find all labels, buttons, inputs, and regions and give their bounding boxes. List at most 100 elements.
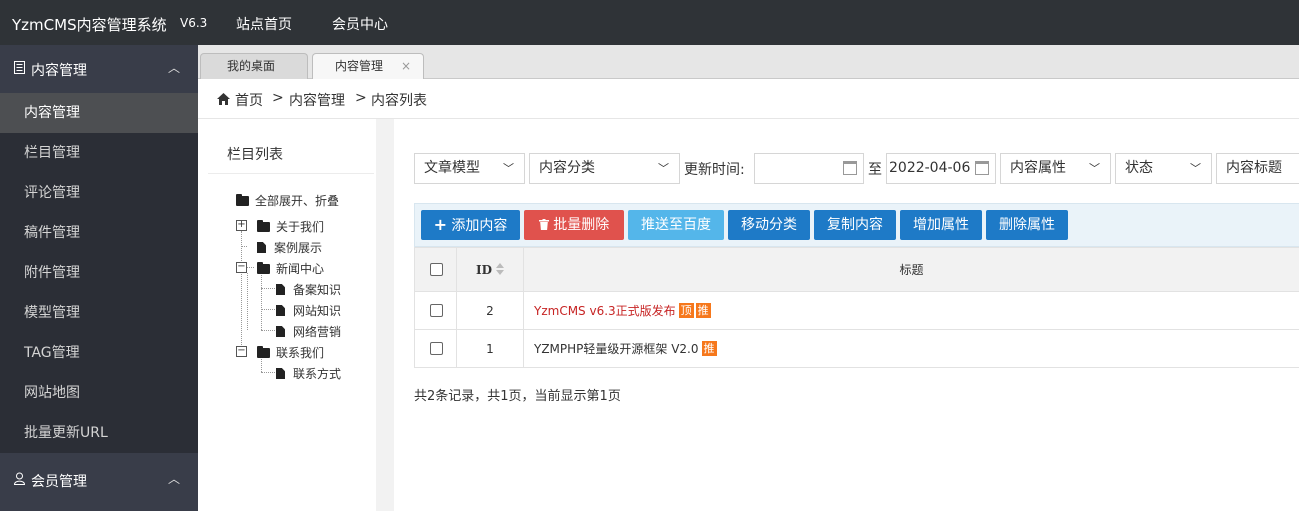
tree-node-label: 新闻中心 [276,262,325,276]
main-content: 文章模型 ﹀ 内容分类 ﹀ 更新时间: 至 2022-04-06 内容属性 ﹀ 状态 ﹀… [394,119,1299,511]
tree-node-contact-method[interactable]: 联系方式 [276,365,341,382]
row-checkbox[interactable] [430,342,443,355]
recommend-badge: 推 [695,303,711,318]
sidebar-group-member[interactable]: 会员管理 ︿ [0,456,198,504]
column-label: 标题 [899,263,924,277]
nav-member-center[interactable]: 会员中心 [332,14,388,34]
calendar-icon[interactable] [843,161,857,175]
sidebar-group-label: 内容管理 [31,63,87,79]
column-label: ID [475,263,493,277]
tree-node-news[interactable]: 新闻中心 [257,260,324,277]
breadcrumb-home[interactable]: 首页 [235,90,263,110]
nav-site-home[interactable]: 站点首页 [236,14,292,34]
select-value: 文章模型 [424,160,480,176]
table-row: 2 YzmCMS v6.3正式版发布顶推 [415,292,1299,330]
expand-toggle[interactable]: + [236,220,247,231]
move-category-button[interactable]: 移动分类 [728,210,810,240]
sort-icon[interactable] [496,263,505,275]
tree-root[interactable]: 全部展开、折叠 [236,192,339,209]
collapse-toggle[interactable]: − [236,346,247,357]
breadcrumb-separator: > [355,90,367,106]
sidebar-group-content[interactable]: 内容管理 ︿ [0,45,198,93]
folder-icon [257,220,270,232]
chevron-up-icon: ︿ [168,61,181,75]
sidebar-item-sitemap[interactable]: 网站地图 [0,373,198,413]
sidebar-item-category-manage[interactable]: 栏目管理 [0,133,198,173]
add-attribute-button[interactable]: 增加属性 [900,210,982,240]
content-table: ID 标题 2 YzmCMS v6.3正式版发布顶推 1 YZMPHP轻量级开源… [414,247,1299,368]
id-cell: 2 [457,292,524,329]
file-icon [276,284,285,295]
sidebar-item-comment-manage[interactable]: 评论管理 [0,173,198,213]
date-to-input[interactable]: 2022-04-06 [886,153,996,184]
tree-connector [241,246,247,247]
add-content-button[interactable]: + 添加内容 [421,210,520,240]
folder-open-icon [257,262,270,274]
file-icon [276,368,285,379]
sidebar-item-tag-manage[interactable]: TAG管理 [0,333,198,373]
tab-label: 内容管理 [335,59,384,73]
breadcrumb-content-manage[interactable]: 内容管理 [289,90,345,110]
row-checkbox[interactable] [430,304,443,317]
status-select[interactable]: 状态 ﹀ [1115,153,1212,184]
push-baidu-button[interactable]: 推送至百度 [628,210,724,240]
collapse-toggle[interactable]: − [236,262,247,273]
date-from-input[interactable] [754,153,864,184]
tree-connector [261,309,275,310]
file-icon [257,242,266,253]
tree-node-web-knowledge[interactable]: 网站知识 [276,302,341,319]
tab-my-desktop[interactable]: 我的桌面 [200,53,308,79]
sidebar-item-batch-update-url[interactable]: 批量更新URL [0,413,198,453]
tab-content-manage[interactable]: 内容管理 × [312,53,424,79]
content-title-link[interactable]: YZMPHP轻量级开源框架 V2.0 [534,342,699,356]
tree-node-about[interactable]: 关于我们 [257,218,324,235]
attribute-select[interactable]: 内容属性 ﹀ [1000,153,1111,184]
tree-node-label: 联系我们 [276,346,325,360]
sidebar-item-model-manage[interactable]: 模型管理 [0,293,198,333]
recommend-badge: 推 [701,341,717,356]
tree-node-label: 关于我们 [276,220,325,234]
update-time-label: 更新时间: [684,162,745,178]
breadcrumb: 首页 > 内容管理 > 内容列表 [198,79,1299,119]
tree-node-contact[interactable]: 联系我们 [257,344,324,361]
tree-node-cases[interactable]: 案例展示 [257,239,322,256]
calendar-icon[interactable] [975,161,989,175]
tree-node-label: 网络营销 [293,325,342,339]
sidebar-item-manuscript-manage[interactable]: 稿件管理 [0,213,198,253]
tree-node-filing[interactable]: 备案知识 [276,281,341,298]
delete-attribute-button[interactable]: 删除属性 [986,210,1068,240]
tree-connector [261,273,262,330]
id-header[interactable]: ID [457,248,524,291]
user-icon [14,472,25,485]
tab-label: 我的桌面 [227,59,276,73]
select-value: 内容标题 [1226,160,1282,176]
model-select[interactable]: 文章模型 ﹀ [414,153,525,184]
id-cell: 1 [457,330,524,367]
sidebar-item-content-manage[interactable]: 内容管理 [0,93,198,133]
pagination-info: 共2条记录，共1页，当前显示第1页 [414,389,621,404]
action-toolbar: + 添加内容 批量删除 推送至百度 移动分类 复制内容 增加属性 删除属性 [414,203,1299,247]
search-field-select[interactable]: 内容标题 [1216,153,1299,184]
breadcrumb-current: 内容列表 [371,93,427,109]
select-all-cell [415,248,457,291]
brand-title[interactable]: YzmCMS内容管理系统 [12,14,167,35]
table-row: 1 YZMPHP轻量级开源框架 V2.0 推 [415,330,1299,368]
chevron-up-icon: ︿ [168,472,181,486]
select-all-checkbox[interactable] [430,263,443,276]
divider [208,173,374,174]
tab-bar: 我的桌面 内容管理 × [198,45,1299,79]
tree-node-marketing[interactable]: 网络营销 [276,323,341,340]
batch-delete-button[interactable]: 批量删除 [524,210,624,240]
copy-content-button[interactable]: 复制内容 [814,210,896,240]
close-icon[interactable]: × [401,54,411,78]
to-label: 至 [868,162,882,178]
title-cell: YZMPHP轻量级开源框架 V2.0 推 [524,330,1299,367]
sidebar-items: 内容管理 栏目管理 评论管理 稿件管理 附件管理 模型管理 TAG管理 网站地图… [0,93,198,453]
file-icon [276,326,285,337]
home-icon [217,93,230,105]
folder-open-icon [236,194,249,206]
file-icon [276,305,285,316]
content-title-link[interactable]: YzmCMS v6.3正式版发布 [534,304,676,318]
sidebar-item-attachment-manage[interactable]: 附件管理 [0,253,198,293]
category-select[interactable]: 内容分类 ﹀ [529,153,680,184]
